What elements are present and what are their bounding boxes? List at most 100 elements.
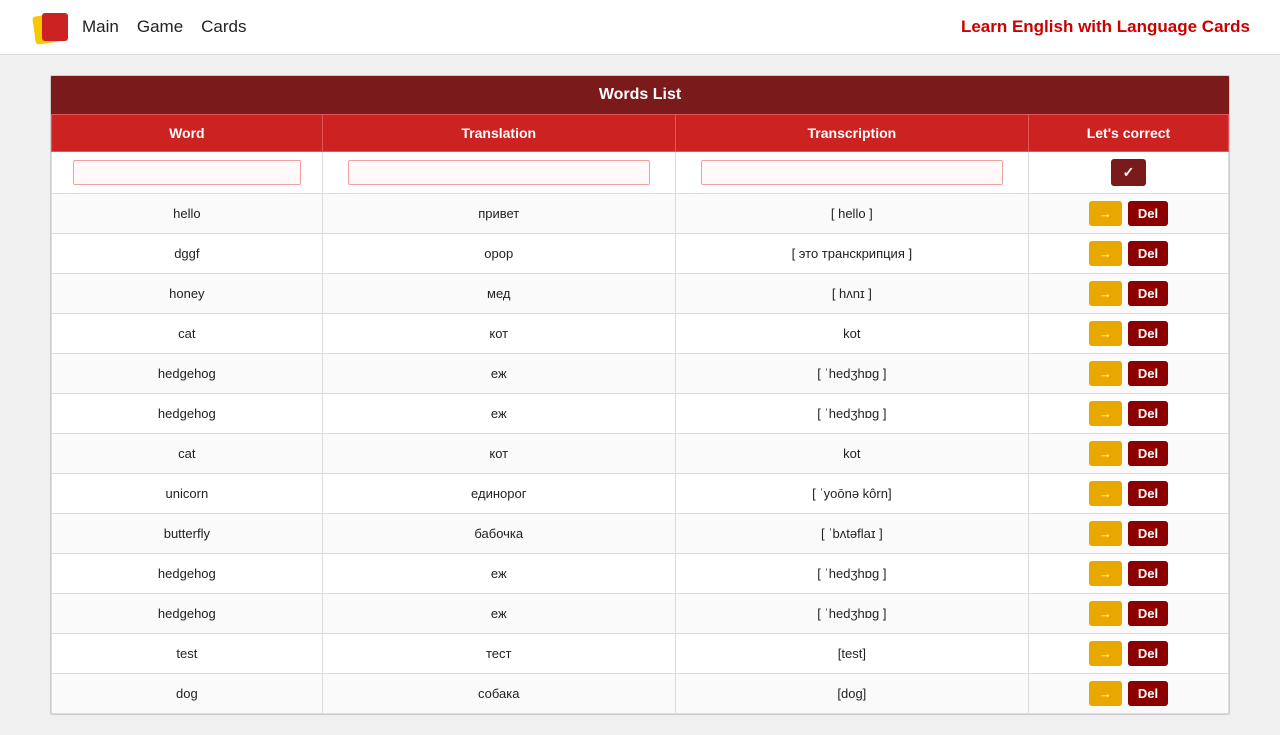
cell-transcription: [ hʌnɪ ] [675, 274, 1028, 314]
cell-action: →Del [1028, 594, 1228, 634]
cell-word: unicorn [52, 474, 323, 514]
cell-transcription: [dog] [675, 674, 1028, 714]
edit-button[interactable]: → [1089, 361, 1122, 386]
main-content: Words List Word Translation Transcriptio… [0, 55, 1280, 735]
cell-translation: бабочка [322, 514, 675, 554]
cell-translation: кот [322, 314, 675, 354]
row-actions: →Del [1037, 441, 1220, 466]
cell-transcription: [ это транскрипция ] [675, 234, 1028, 274]
col-header-transcription: Transcription [675, 115, 1028, 152]
cell-translation: еж [322, 554, 675, 594]
edit-button[interactable]: → [1089, 201, 1122, 226]
col-header-translation: Translation [322, 115, 675, 152]
cell-transcription: [ ˈyoōnə kôrn] [675, 474, 1028, 514]
row-actions: →Del [1037, 321, 1220, 346]
delete-button[interactable]: Del [1128, 281, 1168, 306]
nav-cards[interactable]: Cards [201, 17, 246, 37]
delete-button[interactable]: Del [1128, 321, 1168, 346]
edit-button[interactable]: → [1089, 561, 1122, 586]
translation-input[interactable] [348, 160, 650, 185]
input-cell-word [52, 152, 323, 194]
delete-button[interactable]: Del [1128, 361, 1168, 386]
delete-button[interactable]: Del [1128, 441, 1168, 466]
cell-word: cat [52, 314, 323, 354]
cell-action: →Del [1028, 634, 1228, 674]
edit-button[interactable]: → [1089, 281, 1122, 306]
row-actions: →Del [1037, 601, 1220, 626]
table-row: butterflyбабочка[ ˈbʌtəflaɪ ]→Del [52, 514, 1229, 554]
row-actions: →Del [1037, 641, 1220, 666]
table-row: helloпривет[ hello ]→Del [52, 194, 1229, 234]
table-row: dggfopop[ это транскрипция ]→Del [52, 234, 1229, 274]
row-actions: →Del [1037, 241, 1220, 266]
navbar-tagline: Learn English with Language Cards [961, 17, 1250, 37]
cell-word: hedgehog [52, 594, 323, 634]
cell-action: →Del [1028, 394, 1228, 434]
cell-action: →Del [1028, 234, 1228, 274]
cell-action: →Del [1028, 514, 1228, 554]
input-cell-translation [322, 152, 675, 194]
table-row: honeyмед[ hʌnɪ ]→Del [52, 274, 1229, 314]
delete-button[interactable]: Del [1128, 241, 1168, 266]
word-input[interactable] [73, 160, 301, 185]
cell-word: test [52, 634, 323, 674]
cell-transcription: [ ˈhedʒhɒɡ ] [675, 554, 1028, 594]
cell-word: dog [52, 674, 323, 714]
row-actions: →Del [1037, 561, 1220, 586]
table-row: hedgehogеж[ ˈhedʒhɒɡ ]→Del [52, 594, 1229, 634]
table-row: testтест[test]→Del [52, 634, 1229, 674]
delete-button[interactable]: Del [1128, 641, 1168, 666]
edit-button[interactable]: → [1089, 521, 1122, 546]
edit-button[interactable]: → [1089, 481, 1122, 506]
cell-word: hedgehog [52, 554, 323, 594]
input-action-cell: ✓ [1028, 152, 1228, 194]
edit-button[interactable]: → [1089, 321, 1122, 346]
delete-button[interactable]: Del [1128, 401, 1168, 426]
table-row: dogсобака[dog]→Del [52, 674, 1229, 714]
delete-button[interactable]: Del [1128, 561, 1168, 586]
table-row: catкотkot→Del [52, 434, 1229, 474]
table-title: Words List [51, 76, 1229, 114]
table-header-row: Word Translation Transcription Let's cor… [52, 115, 1229, 152]
nav-main[interactable]: Main [82, 17, 119, 37]
words-table: Word Translation Transcription Let's cor… [51, 114, 1229, 714]
delete-button[interactable]: Del [1128, 521, 1168, 546]
edit-button[interactable]: → [1089, 241, 1122, 266]
cell-translation: еж [322, 354, 675, 394]
cell-word: hedgehog [52, 354, 323, 394]
cell-action: →Del [1028, 354, 1228, 394]
edit-button[interactable]: → [1089, 441, 1122, 466]
transcription-input[interactable] [701, 160, 1003, 185]
row-actions: →Del [1037, 401, 1220, 426]
navbar-left: Main Game Cards [30, 9, 247, 45]
edit-button[interactable]: → [1089, 401, 1122, 426]
cell-translation: мед [322, 274, 675, 314]
cell-translation: еж [322, 394, 675, 434]
cell-translation: еж [322, 594, 675, 634]
cell-word: hedgehog [52, 394, 323, 434]
cell-transcription: [ ˈbʌtəflaɪ ] [675, 514, 1028, 554]
row-actions: →Del [1037, 521, 1220, 546]
col-header-word: Word [52, 115, 323, 152]
cell-translation: opop [322, 234, 675, 274]
delete-button[interactable]: Del [1128, 481, 1168, 506]
confirm-button[interactable]: ✓ [1111, 159, 1147, 186]
row-actions: →Del [1037, 681, 1220, 706]
table-row: catкотkot→Del [52, 314, 1229, 354]
edit-button[interactable]: → [1089, 641, 1122, 666]
delete-button[interactable]: Del [1128, 601, 1168, 626]
delete-button[interactable]: Del [1128, 681, 1168, 706]
table-row: hedgehogеж[ ˈhedʒhɒɡ ]→Del [52, 394, 1229, 434]
confirm-action: ✓ [1037, 159, 1220, 186]
cell-action: →Del [1028, 474, 1228, 514]
edit-button[interactable]: → [1089, 601, 1122, 626]
nav-game[interactable]: Game [137, 17, 183, 37]
edit-button[interactable]: → [1089, 681, 1122, 706]
row-actions: →Del [1037, 201, 1220, 226]
nav-links: Main Game Cards [82, 17, 247, 37]
words-list-container: Words List Word Translation Transcriptio… [50, 75, 1230, 715]
delete-button[interactable]: Del [1128, 201, 1168, 226]
cell-action: →Del [1028, 314, 1228, 354]
cell-transcription: [test] [675, 634, 1028, 674]
logo-icon [30, 9, 72, 45]
